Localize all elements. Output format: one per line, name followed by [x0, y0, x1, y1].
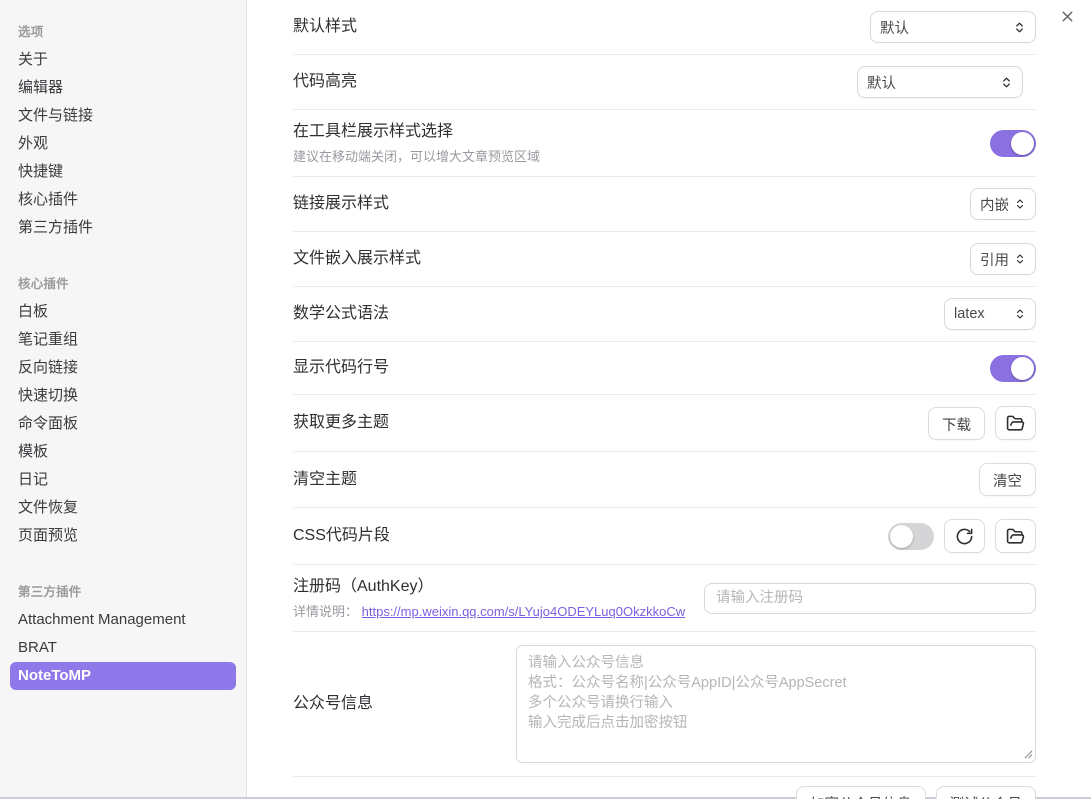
code-line-numbers-toggle[interactable] — [990, 355, 1036, 382]
test-mp-account-button[interactable]: 测试公众号 — [936, 786, 1037, 799]
chevron-up-down-icon — [1013, 21, 1026, 34]
setting-row-code-line-numbers: 显示代码行号 — [293, 342, 1036, 395]
sidebar-item-core-plugins[interactable]: 核心插件 — [0, 186, 246, 214]
sidebar-header-core-plugins: 核心插件 — [0, 268, 246, 298]
chevron-up-down-icon — [1000, 76, 1013, 89]
toggle-knob — [890, 525, 913, 548]
authkey-input[interactable] — [704, 583, 1036, 614]
setting-label: 链接展示样式 — [293, 193, 389, 215]
chevron-up-down-icon — [1014, 198, 1026, 210]
setting-row-code-highlight: 代码高亮 默认 — [293, 55, 1036, 110]
download-theme-button[interactable]: 下载 — [928, 407, 985, 440]
sidebar-header-community-plugins: 第三方插件 — [0, 576, 246, 606]
sidebar-item-files-links[interactable]: 文件与链接 — [0, 102, 246, 130]
sidebar-item-file-recovery[interactable]: 文件恢复 — [0, 494, 246, 522]
sidebar-item-brat[interactable]: BRAT — [0, 634, 246, 662]
sidebar-group-options: 选项 关于 编辑器 文件与链接 外观 快捷键 核心插件 第三方插件 — [0, 16, 246, 242]
sidebar-item-backlinks[interactable]: 反向链接 — [0, 354, 246, 382]
setting-description: 建议在移动端关闭，可以增大文章预览区域 — [293, 148, 540, 165]
setting-label: CSS代码片段 — [293, 525, 390, 547]
toggle-knob — [1011, 357, 1034, 380]
setting-description: 详情说明： https://mp.weixin.qq.com/s/LYujo4O… — [293, 603, 685, 620]
setting-row-default-style: 默认样式 默认 — [293, 0, 1036, 55]
setting-label: 默认样式 — [293, 16, 357, 38]
setting-row-css-snippets: CSS代码片段 — [293, 508, 1036, 565]
sidebar-item-hotkeys[interactable]: 快捷键 — [0, 158, 246, 186]
setting-row-authkey: 注册码（AuthKey） 详情说明： https://mp.weixin.qq.… — [293, 565, 1036, 632]
chevron-up-down-icon — [1014, 308, 1026, 320]
resize-grip-icon[interactable] — [1024, 750, 1033, 759]
settings-content: 默认样式 默认 代码高亮 默认 — [247, 0, 1091, 797]
setting-row-get-more-themes: 获取更多主题 下载 — [293, 395, 1036, 452]
css-snippets-toggle[interactable] — [888, 523, 934, 550]
close-icon[interactable] — [1057, 6, 1077, 26]
folder-open-icon — [1006, 414, 1025, 433]
sidebar-item-command-palette[interactable]: 命令面板 — [0, 410, 246, 438]
sidebar-group-community-plugins: 第三方插件 Attachment Management BRAT NoteToM… — [0, 576, 246, 690]
link-style-select[interactable]: 内嵌 — [970, 188, 1036, 220]
sidebar-item-community-plugins[interactable]: 第三方插件 — [0, 214, 246, 242]
setting-row-link-style: 链接展示样式 内嵌 — [293, 177, 1036, 232]
setting-label: 代码高亮 — [293, 71, 357, 93]
mp-account-info-textarea[interactable] — [516, 645, 1036, 763]
sidebar-item-about[interactable]: 关于 — [0, 46, 246, 74]
setting-row-toolbar-style-picker: 在工具栏展示样式选择 建议在移动端关闭，可以增大文章预览区域 — [293, 110, 1036, 177]
setting-label: 在工具栏展示样式选择 — [293, 121, 540, 143]
sidebar-group-core-plugins: 核心插件 白板 笔记重组 反向链接 快速切换 命令面板 模板 日记 文件恢复 页… — [0, 268, 246, 550]
authkey-desc-prefix: 详情说明： — [293, 604, 358, 619]
sidebar-header-options: 选项 — [0, 16, 246, 46]
select-value: 默认 — [880, 17, 909, 38]
sidebar-item-notetomp[interactable]: NoteToMP — [10, 662, 236, 690]
sidebar-item-note-composer[interactable]: 笔记重组 — [0, 326, 246, 354]
math-syntax-select[interactable]: latex — [944, 298, 1036, 330]
setting-row-clear-themes: 清空主题 清空 — [293, 452, 1036, 508]
toolbar-style-toggle[interactable] — [990, 130, 1036, 157]
setting-label: 获取更多主题 — [293, 412, 389, 434]
sidebar-item-page-preview[interactable]: 页面预览 — [0, 522, 246, 550]
setting-label: 文件嵌入展示样式 — [293, 248, 421, 270]
setting-label: 公众号信息 — [293, 693, 373, 715]
sidebar-item-templates[interactable]: 模板 — [0, 438, 246, 466]
settings-sidebar: 选项 关于 编辑器 文件与链接 外观 快捷键 核心插件 第三方插件 核心插件 白… — [0, 0, 247, 797]
open-theme-folder-button[interactable] — [995, 406, 1036, 440]
toggle-knob — [1011, 132, 1034, 155]
sidebar-item-quick-switcher[interactable]: 快速切换 — [0, 382, 246, 410]
setting-row-math-syntax: 数学公式语法 latex — [293, 287, 1036, 342]
select-value: latex — [954, 306, 985, 322]
clear-themes-button[interactable]: 清空 — [979, 463, 1036, 496]
settings-footer: 加密公众号信息 测试公众号 — [293, 777, 1036, 799]
open-snippets-folder-button[interactable] — [995, 519, 1036, 553]
setting-label: 数学公式语法 — [293, 303, 389, 325]
code-highlight-select[interactable]: 默认 — [857, 66, 1023, 98]
file-embed-style-select[interactable]: 引用 — [970, 243, 1036, 275]
sidebar-item-daily-notes[interactable]: 日记 — [0, 466, 246, 494]
setting-label: 注册码（AuthKey） — [293, 576, 685, 598]
setting-row-file-embed-style: 文件嵌入展示样式 引用 — [293, 232, 1036, 287]
folder-open-icon — [1006, 527, 1025, 546]
refresh-icon — [955, 527, 974, 546]
sidebar-item-canvas[interactable]: 白板 — [0, 298, 246, 326]
select-value: 内嵌 — [980, 194, 1009, 215]
select-value: 引用 — [980, 249, 1009, 270]
chevron-up-down-icon — [1014, 253, 1026, 265]
setting-row-mp-account-info: 公众号信息 — [293, 632, 1036, 777]
default-style-select[interactable]: 默认 — [870, 11, 1036, 43]
authkey-help-link[interactable]: https://mp.weixin.qq.com/s/LYujo4ODEYLuq… — [362, 604, 685, 619]
settings-dialog: 选项 关于 编辑器 文件与链接 外观 快捷键 核心插件 第三方插件 核心插件 白… — [0, 0, 1091, 799]
sidebar-item-attachment-management[interactable]: Attachment Management — [0, 606, 246, 634]
refresh-snippets-button[interactable] — [944, 519, 985, 553]
setting-label: 显示代码行号 — [293, 357, 389, 379]
sidebar-item-appearance[interactable]: 外观 — [0, 130, 246, 158]
setting-label: 清空主题 — [293, 469, 357, 491]
encrypt-mp-info-button[interactable]: 加密公众号信息 — [796, 786, 926, 799]
sidebar-item-editor[interactable]: 编辑器 — [0, 74, 246, 102]
select-value: 默认 — [867, 72, 896, 93]
